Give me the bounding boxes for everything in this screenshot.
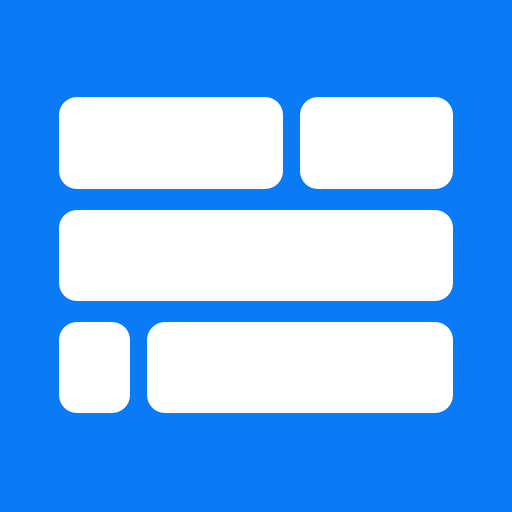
tile-middle (59, 210, 453, 301)
tile-bottom-right (147, 322, 453, 413)
tile-top-left (59, 97, 283, 189)
tile-top-right (300, 97, 453, 189)
tile-layout-icon (0, 0, 512, 512)
tile-bottom-left (59, 322, 130, 413)
